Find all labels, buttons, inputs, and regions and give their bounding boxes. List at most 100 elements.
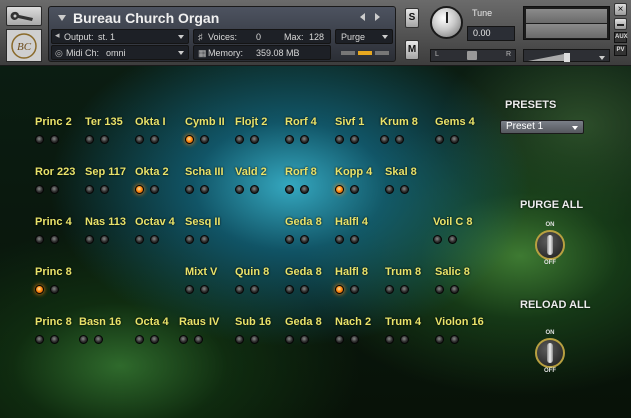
stop-led-off-icon[interactable] <box>185 185 194 194</box>
stop-led-off-icon[interactable] <box>235 285 244 294</box>
organ-stop[interactable]: Salic 8 <box>435 266 495 302</box>
stop-led-off-icon[interactable] <box>300 235 309 244</box>
stop-led-off-icon[interactable] <box>450 285 459 294</box>
organ-stop[interactable]: Princ 8 <box>35 266 95 302</box>
stop-led-off-icon[interactable] <box>79 335 88 344</box>
stop-led-off-icon[interactable] <box>100 235 109 244</box>
stop-led-off-icon[interactable] <box>50 235 59 244</box>
instrument-title[interactable]: Bureau Church Organ <box>73 10 219 26</box>
stop-led-off-icon[interactable] <box>380 135 389 144</box>
stop-led-off-icon[interactable] <box>250 335 259 344</box>
stop-led-off-icon[interactable] <box>400 335 409 344</box>
purge-all-switch[interactable]: ON OFF <box>530 222 570 268</box>
stop-led-off-icon[interactable] <box>85 135 94 144</box>
stop-led-off-icon[interactable] <box>300 335 309 344</box>
stop-led-on-icon[interactable] <box>335 185 344 194</box>
stop-led-off-icon[interactable] <box>300 185 309 194</box>
organ-stop[interactable]: Krum 8 <box>380 116 440 152</box>
stop-led-off-icon[interactable] <box>85 185 94 194</box>
organ-stop[interactable]: Basn 16 <box>79 316 139 352</box>
stop-led-off-icon[interactable] <box>400 185 409 194</box>
stop-led-off-icon[interactable] <box>350 335 359 344</box>
stop-led-off-icon[interactable] <box>135 335 144 344</box>
stop-led-off-icon[interactable] <box>350 135 359 144</box>
stop-led-off-icon[interactable] <box>350 235 359 244</box>
stop-led-off-icon[interactable] <box>285 185 294 194</box>
stop-led-off-icon[interactable] <box>350 285 359 294</box>
volume-slider[interactable] <box>523 49 610 62</box>
close-icon[interactable]: × <box>614 3 627 16</box>
stop-led-off-icon[interactable] <box>235 335 244 344</box>
stop-led-off-icon[interactable] <box>150 335 159 344</box>
stop-led-off-icon[interactable] <box>100 185 109 194</box>
stop-led-off-icon[interactable] <box>50 335 59 344</box>
midi-channel-selector[interactable]: ◎ Midi Ch: omni <box>51 45 189 60</box>
solo-button[interactable]: S <box>405 8 419 28</box>
organ-stop[interactable]: Skal 8 <box>385 166 445 202</box>
pan-handle[interactable] <box>467 51 477 60</box>
stop-led-off-icon[interactable] <box>50 285 59 294</box>
stop-led-off-icon[interactable] <box>185 285 194 294</box>
stop-led-off-icon[interactable] <box>300 285 309 294</box>
stop-led-off-icon[interactable] <box>150 185 159 194</box>
stop-led-off-icon[interactable] <box>200 235 209 244</box>
stop-led-off-icon[interactable] <box>385 185 394 194</box>
stop-led-off-icon[interactable] <box>235 185 244 194</box>
stop-led-off-icon[interactable] <box>335 235 344 244</box>
stop-led-off-icon[interactable] <box>350 185 359 194</box>
stop-led-off-icon[interactable] <box>135 135 144 144</box>
output-selector[interactable]: ◂ Output: st. 1 <box>51 29 189 44</box>
stop-led-off-icon[interactable] <box>35 185 44 194</box>
purge-switch-lever[interactable] <box>547 235 553 255</box>
organ-stop[interactable]: Raus IV <box>179 316 239 352</box>
stop-led-off-icon[interactable] <box>285 135 294 144</box>
mute-button[interactable]: M <box>405 40 419 60</box>
stop-led-off-icon[interactable] <box>85 235 94 244</box>
stop-led-off-icon[interactable] <box>435 285 444 294</box>
stop-led-off-icon[interactable] <box>35 135 44 144</box>
stop-led-off-icon[interactable] <box>285 335 294 344</box>
stop-led-off-icon[interactable] <box>35 335 44 344</box>
organ-stop[interactable]: Gems 4 <box>435 116 495 152</box>
stop-led-off-icon[interactable] <box>200 285 209 294</box>
tune-value[interactable]: 0.00 <box>467 26 515 41</box>
stop-led-on-icon[interactable] <box>135 185 144 194</box>
stop-led-off-icon[interactable] <box>50 185 59 194</box>
stop-led-off-icon[interactable] <box>150 235 159 244</box>
next-instrument-icon[interactable] <box>375 13 380 21</box>
stop-led-off-icon[interactable] <box>250 285 259 294</box>
wrench-icon[interactable] <box>6 6 42 26</box>
stop-led-off-icon[interactable] <box>335 335 344 344</box>
reload-all-switch[interactable]: ON OFF <box>530 330 570 376</box>
stop-led-off-icon[interactable] <box>135 235 144 244</box>
stop-led-off-icon[interactable] <box>100 135 109 144</box>
reload-switch-lever[interactable] <box>547 343 553 363</box>
title-menu-arrow-icon[interactable] <box>58 15 66 21</box>
stop-led-on-icon[interactable] <box>35 285 44 294</box>
stop-led-off-icon[interactable] <box>435 135 444 144</box>
stop-led-off-icon[interactable] <box>235 135 244 144</box>
stop-led-off-icon[interactable] <box>448 235 457 244</box>
stop-led-off-icon[interactable] <box>194 335 203 344</box>
stop-led-off-icon[interactable] <box>179 335 188 344</box>
stop-led-off-icon[interactable] <box>250 185 259 194</box>
stop-led-off-icon[interactable] <box>35 235 44 244</box>
stop-led-off-icon[interactable] <box>94 335 103 344</box>
stop-led-off-icon[interactable] <box>200 185 209 194</box>
stop-led-off-icon[interactable] <box>385 335 394 344</box>
organ-stop[interactable]: Violon 16 <box>435 316 495 352</box>
stop-led-off-icon[interactable] <box>400 285 409 294</box>
prev-instrument-icon[interactable] <box>360 13 365 21</box>
preset-dropdown[interactable]: Preset 1 <box>500 120 584 134</box>
pan-slider[interactable]: L R <box>430 49 516 62</box>
aux-button[interactable]: AUX <box>614 32 628 43</box>
tune-knob[interactable] <box>430 6 463 39</box>
stop-led-off-icon[interactable] <box>435 335 444 344</box>
stop-led-on-icon[interactable] <box>185 135 194 144</box>
stop-led-off-icon[interactable] <box>433 235 442 244</box>
organ-stop[interactable]: Sesq II <box>185 216 245 252</box>
stop-led-off-icon[interactable] <box>250 135 259 144</box>
stop-led-on-icon[interactable] <box>335 285 344 294</box>
stop-led-off-icon[interactable] <box>335 135 344 144</box>
pv-button[interactable]: PV <box>614 45 627 56</box>
